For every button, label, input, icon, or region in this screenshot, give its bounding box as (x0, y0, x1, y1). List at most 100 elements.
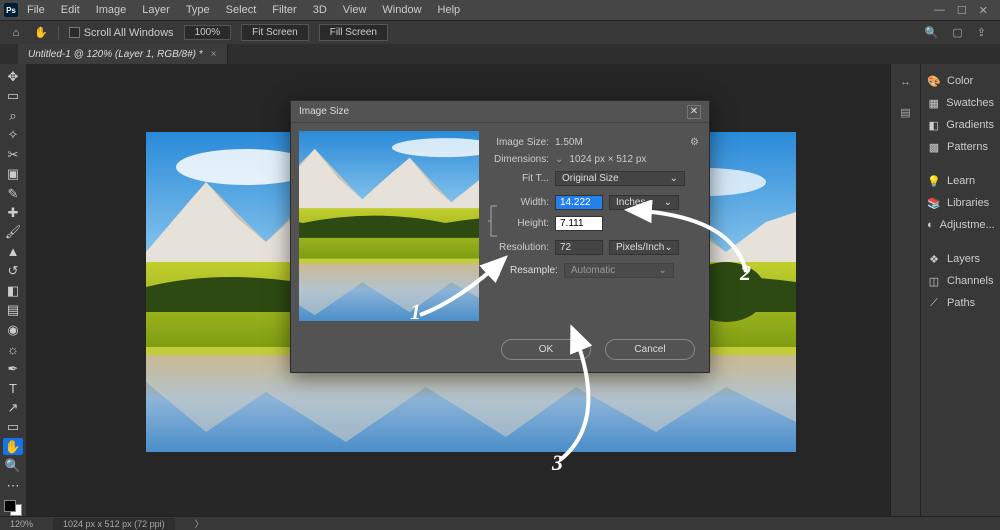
marquee-tool[interactable]: ▭ (3, 87, 23, 104)
scroll-all-windows-checkbox[interactable]: Scroll All Windows (69, 27, 174, 39)
panel-patterns[interactable]: ▩ Patterns (921, 136, 1000, 158)
brush-tool[interactable]: 🖌 (3, 224, 23, 241)
image-preview[interactable] (299, 131, 479, 321)
status-chevron-icon[interactable]: 〉 (195, 517, 204, 530)
window-controls: — ☐ ✕ (934, 4, 996, 17)
menu-bar: Ps File Edit Image Layer Type Select Fil… (0, 0, 1000, 20)
wand-tool[interactable]: ✧ (3, 126, 23, 143)
blur-tool[interactable]: ◉ (3, 321, 23, 338)
panel-libraries[interactable]: 📚Libraries (921, 192, 1000, 214)
cancel-button[interactable]: Cancel (605, 339, 695, 360)
resample-label: Resample: (510, 265, 558, 276)
panel-swatches[interactable]: ▦Swatches (921, 92, 1000, 114)
menu-window[interactable]: Window (375, 2, 428, 18)
dimensions-dropdown-icon[interactable]: ⌄ (555, 154, 563, 165)
panel-color[interactable]: 🎨Color (921, 70, 1000, 92)
dodge-tool[interactable]: ☼ (3, 341, 23, 358)
resolution-unit-select[interactable]: Pixels/Inch⌄ (609, 240, 679, 255)
document-tab[interactable]: Untitled-1 @ 120% (Layer 1, RGB/8#) * × (18, 44, 228, 64)
panel-paths[interactable]: ⟋Paths (921, 292, 1000, 314)
hand-tool-indicator-icon[interactable]: ✋ (34, 26, 48, 39)
status-doc-info[interactable]: 1024 px x 512 px (72 ppi) (53, 518, 175, 530)
fill-screen-button[interactable]: Fill Screen (319, 24, 388, 41)
gear-icon[interactable]: ⚙ (690, 137, 699, 148)
image-size-dialog: Image Size ✕ Image Size: 1.50M ⚙ (290, 100, 710, 373)
close-tab-icon[interactable]: × (211, 49, 217, 60)
panel-label: Libraries (947, 197, 989, 209)
app-logo: Ps (4, 3, 18, 17)
menu-type[interactable]: Type (179, 2, 217, 18)
foreground-background-colors[interactable] (4, 500, 22, 516)
checkbox-icon[interactable] (69, 27, 80, 38)
minimize-icon[interactable]: — (934, 4, 945, 17)
properties-panel-icon[interactable]: ▤ (898, 104, 914, 120)
foreground-color-swatch[interactable] (4, 500, 16, 512)
menu-select[interactable]: Select (219, 2, 264, 18)
panel-label: Gradients (946, 119, 994, 131)
constrain-proportions-icon[interactable] (488, 204, 500, 238)
panel-label: Adjustme... (940, 219, 995, 231)
menu-edit[interactable]: Edit (54, 2, 87, 18)
move-tool[interactable]: ✥ (3, 68, 23, 85)
panel-label: Patterns (947, 141, 988, 153)
history-brush-tool[interactable]: ↺ (3, 263, 23, 280)
search-icon[interactable]: 🔍 (925, 26, 939, 39)
dialog-title-text: Image Size (299, 106, 349, 117)
path-tool[interactable]: ↗ (3, 399, 23, 416)
eraser-tool[interactable]: ◧ (3, 282, 23, 299)
eyedropper-tool[interactable]: ✎ (3, 185, 23, 202)
chevron-down-icon: ⌄ (664, 197, 672, 208)
menu-file[interactable]: File (20, 2, 52, 18)
status-zoom[interactable]: 120% (10, 519, 33, 529)
panel-gradients[interactable]: ◧ Gradients (921, 114, 1000, 136)
menu-filter[interactable]: Filter (265, 2, 303, 18)
dialog-close-icon[interactable]: ✕ (687, 105, 701, 119)
panel-label: Swatches (946, 97, 994, 109)
width-input[interactable] (555, 195, 603, 210)
stamp-tool[interactable]: ▲ (3, 243, 23, 260)
patterns-icon: ▩ (927, 140, 941, 154)
resolution-input[interactable] (555, 240, 603, 255)
color-icon: 🎨 (927, 74, 941, 88)
panel-layers[interactable]: ❖Layers (921, 248, 1000, 270)
document-tab-title: Untitled-1 @ 120% (Layer 1, RGB/8#) * (28, 49, 203, 60)
close-icon[interactable]: ✕ (979, 4, 988, 17)
options-bar: ⌂ ✋ Scroll All Windows 100% Fit Screen F… (0, 20, 1000, 44)
document-tabs: Untitled-1 @ 120% (Layer 1, RGB/8#) * × (0, 44, 1000, 64)
crop-tool[interactable]: ✂ (3, 146, 23, 163)
frame-tool[interactable]: ▣ (3, 165, 23, 182)
zoom-level-field[interactable]: 100% (184, 25, 232, 40)
home-icon[interactable]: ⌂ (8, 26, 24, 40)
menu-3d[interactable]: 3D (306, 2, 334, 18)
height-input[interactable] (555, 216, 603, 231)
share-icon[interactable]: ⇪ (977, 26, 986, 39)
shape-tool[interactable]: ▭ (3, 418, 23, 435)
ok-button[interactable]: OK (501, 339, 591, 360)
width-unit-select[interactable]: Inches⌄ (609, 195, 679, 210)
lasso-tool[interactable]: ⌕ (3, 107, 23, 124)
dialog-titlebar[interactable]: Image Size ✕ (291, 101, 709, 123)
maximize-icon[interactable]: ☐ (957, 4, 967, 17)
menu-layer[interactable]: Layer (135, 2, 177, 18)
panel-adjustments[interactable]: ◐Adjustme... (921, 214, 1000, 236)
resample-checkbox[interactable] (489, 265, 500, 276)
menu-image[interactable]: Image (89, 2, 134, 18)
panel-channels[interactable]: ◫Channels (921, 270, 1000, 292)
gradient-tool[interactable]: ▤ (3, 302, 23, 319)
fit-screen-button[interactable]: Fit Screen (241, 24, 309, 41)
menu-help[interactable]: Help (431, 2, 468, 18)
image-size-label: Image Size: (489, 137, 549, 148)
pen-tool[interactable]: ✒ (3, 360, 23, 377)
gradients-icon: ◧ (927, 118, 940, 132)
history-panel-icon[interactable]: ↔ (898, 74, 914, 90)
zoom-tool[interactable]: 🔍 (3, 457, 23, 474)
fit-to-label: Fit T... (489, 173, 549, 184)
type-tool[interactable]: T (3, 380, 23, 397)
frame-icon[interactable]: ▢ (952, 26, 962, 39)
fit-to-select[interactable]: Original Size⌄ (555, 171, 685, 186)
hand-tool[interactable]: ✋ (3, 438, 23, 455)
healing-tool[interactable]: ✚ (3, 204, 23, 221)
edit-toolbar[interactable]: ⋯ (3, 477, 23, 494)
menu-view[interactable]: View (336, 2, 374, 18)
panel-learn[interactable]: 💡Learn (921, 170, 1000, 192)
